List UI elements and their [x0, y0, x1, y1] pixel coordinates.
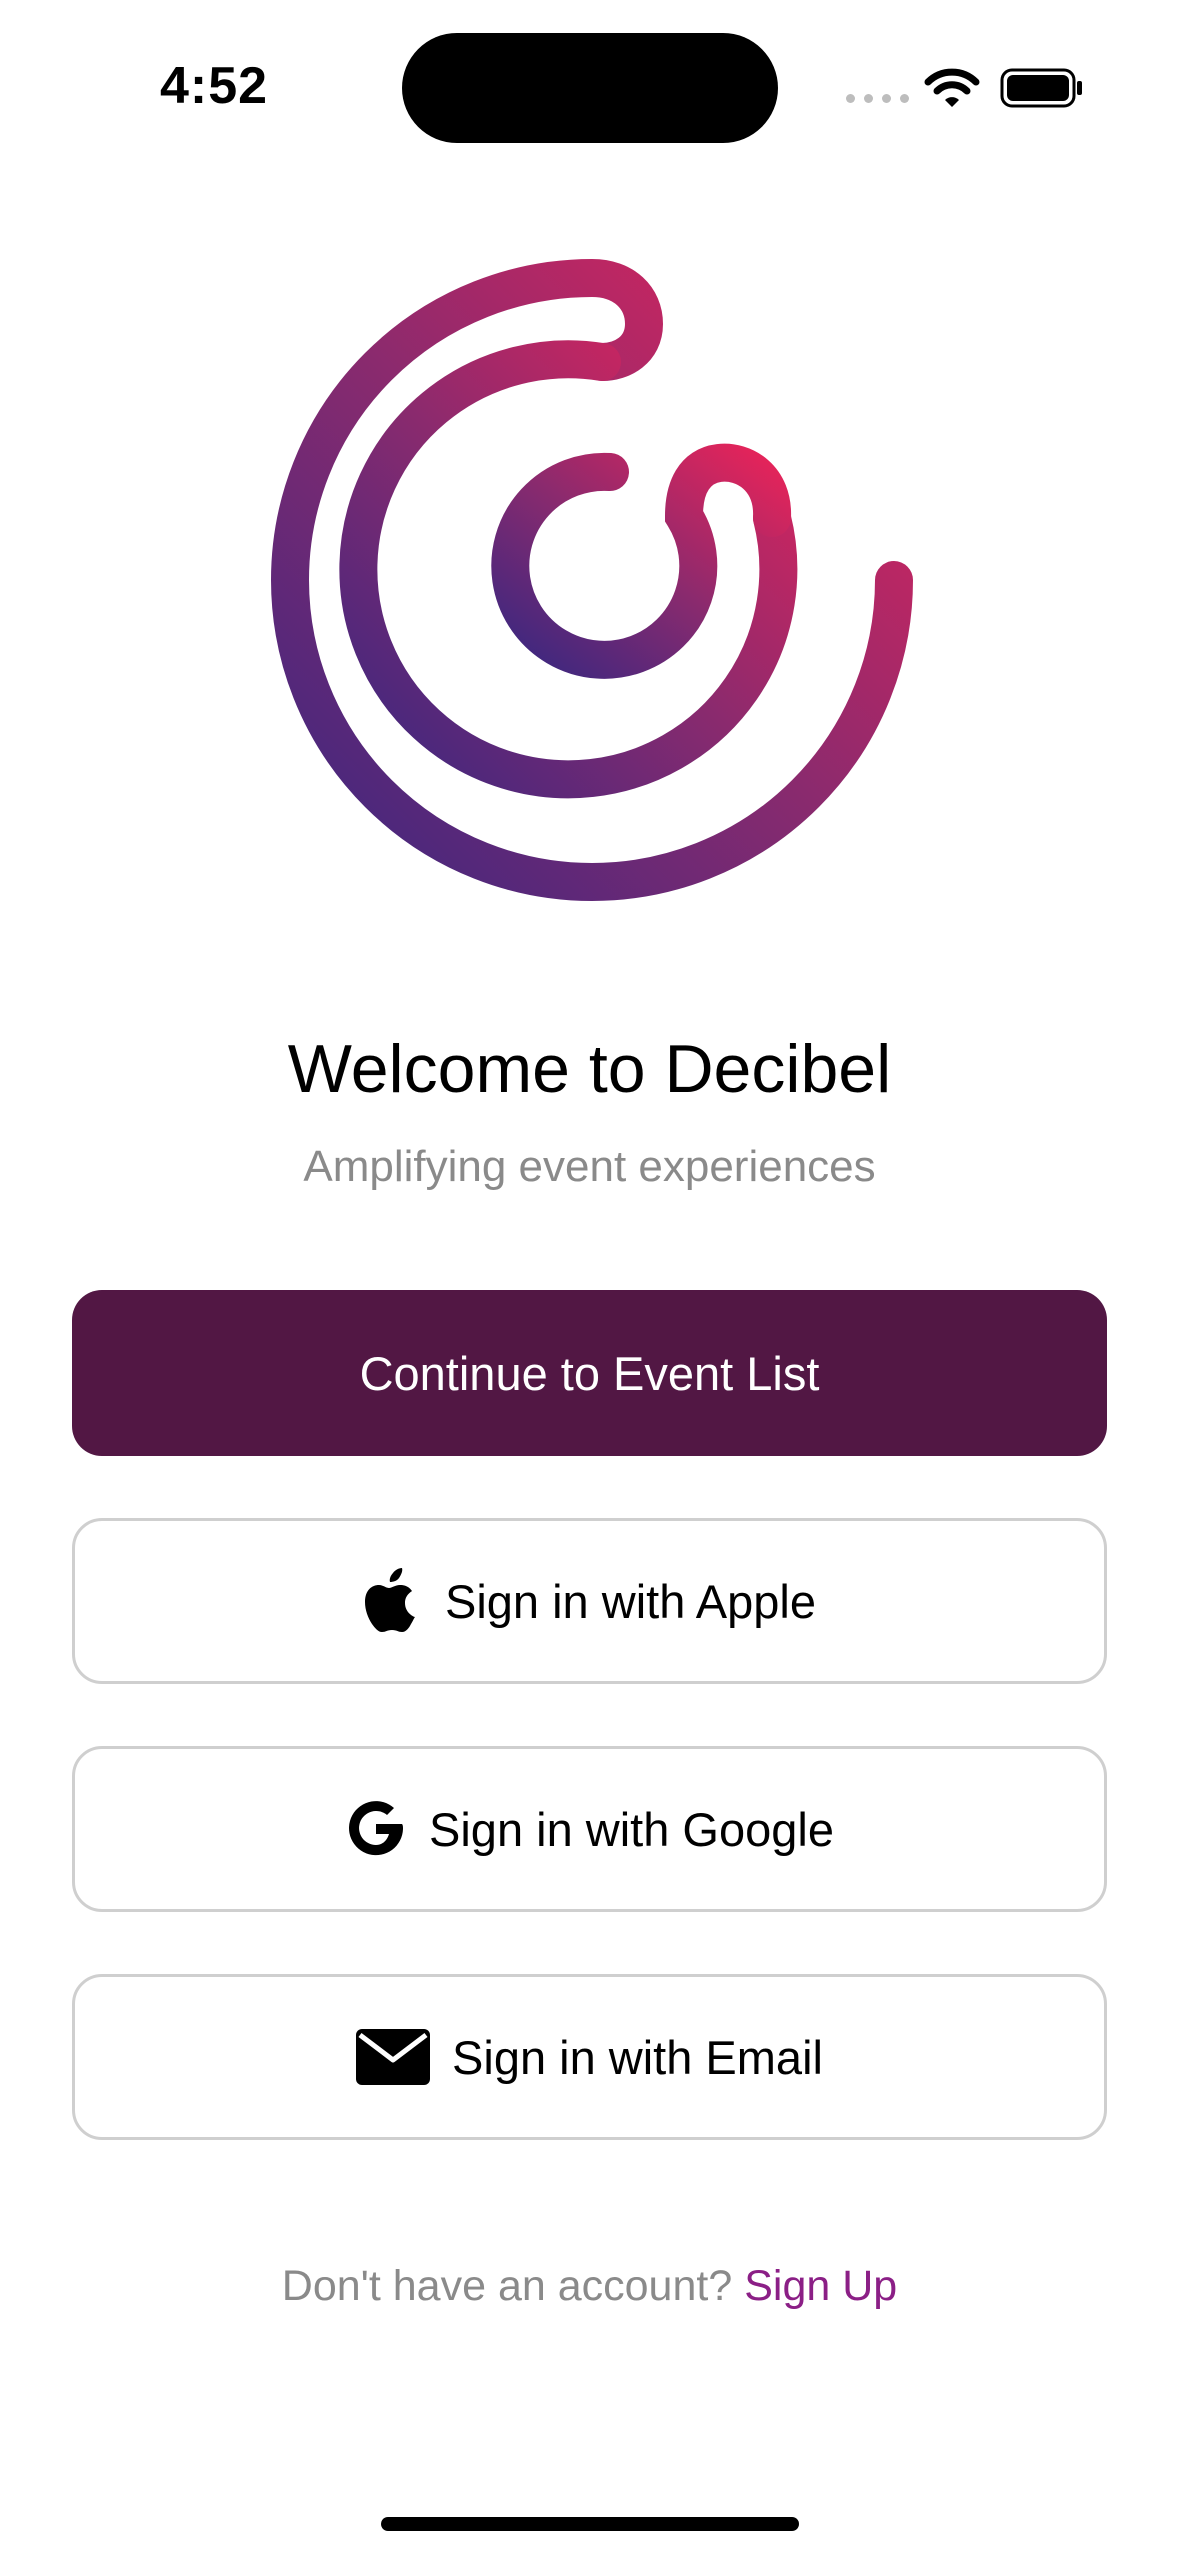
decibel-spiral-logo [271, 258, 913, 901]
google-icon [345, 1798, 407, 1860]
battery-icon [1000, 68, 1082, 108]
sign-up-link[interactable]: Sign Up [744, 2262, 897, 2310]
dynamic-island [402, 33, 778, 143]
cellular-signal-icon [846, 94, 909, 103]
google-button-label: Sign in with Google [429, 1802, 834, 1856]
apple-icon [363, 1567, 423, 1635]
signup-prompt: Don't have an account? Sign Up [0, 2262, 1179, 2311]
signup-prompt-text: Don't have an account? [281, 2262, 733, 2310]
welcome-title: Welcome to Decibel [287, 1031, 892, 1107]
sign-in-email-button[interactable]: Sign in with Email [72, 1974, 1107, 2140]
apple-button-label: Sign in with Apple [444, 1574, 817, 1628]
home-indicator[interactable] [381, 2517, 799, 2531]
envelope-icon [356, 2029, 431, 2085]
continue-to-event-list-button[interactable]: Continue to Event List [72, 1290, 1107, 1456]
email-button-label: Sign in with Email [452, 2030, 823, 2084]
wifi-icon [924, 68, 980, 107]
sign-in-google-button[interactable]: Sign in with Google [72, 1746, 1107, 1912]
status-bar-time: 4:52 [160, 57, 269, 115]
continue-button-label: Continue to Event List [359, 1346, 820, 1400]
sign-in-apple-button[interactable]: Sign in with Apple [72, 1518, 1107, 1684]
welcome-subtitle: Amplifying event experiences [303, 1142, 876, 1191]
